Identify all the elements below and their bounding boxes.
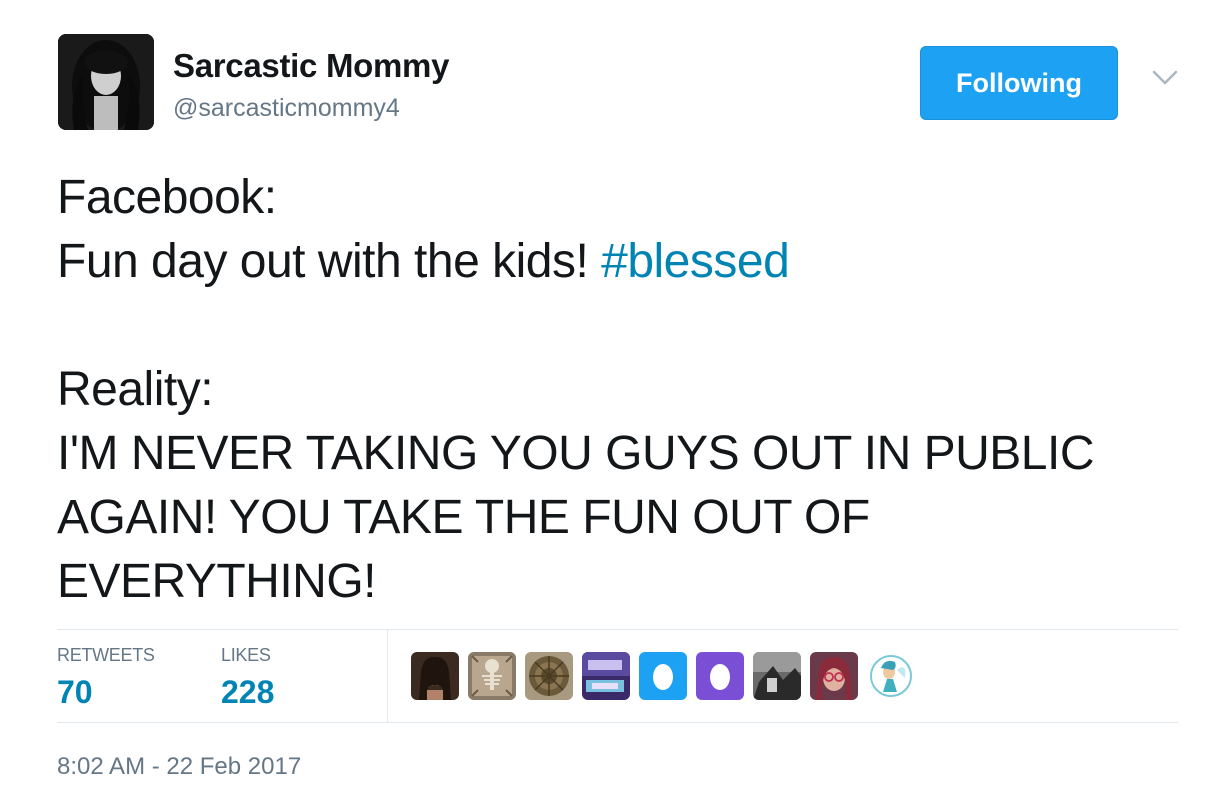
sign-avatar[interactable]: [582, 652, 630, 700]
likes-count: 228: [221, 674, 275, 710]
following-button[interactable]: Following: [920, 46, 1118, 120]
divider: [57, 722, 1178, 723]
tweet-line: AGAIN! YOU TAKE THE FUN OUT OF: [57, 491, 870, 544]
tweet-line: Fun day out with the kids! #blessed: [57, 230, 1197, 294]
user-display-name[interactable]: Sarcastic Mommy: [173, 47, 449, 85]
tweet-timestamp[interactable]: 8:02 AM - 22 Feb 2017: [57, 753, 301, 781]
egg-avatar-blue[interactable]: [639, 652, 687, 700]
likes-label: LIKES: [221, 645, 271, 665]
tweet-line: Facebook:: [57, 171, 277, 224]
hashtag-link[interactable]: #blessed: [601, 235, 790, 288]
likes-stat[interactable]: LIKES 228: [221, 645, 274, 711]
divider: [57, 629, 1178, 630]
chevron-down-icon[interactable]: [1150, 66, 1180, 90]
retweets-label: RETWEETS: [57, 645, 155, 665]
liker-avatars: [411, 652, 915, 700]
woman-avatar[interactable]: [411, 652, 459, 700]
tweet-line-text: Fun day out with the kids!: [57, 235, 602, 288]
pattern-avatar[interactable]: [525, 652, 573, 700]
user-handle[interactable]: @sarcasticmommy4: [173, 94, 400, 123]
profile-avatar[interactable]: [58, 34, 154, 130]
fairy-avatar[interactable]: [867, 652, 915, 700]
tweet-line: EVERYTHING!: [57, 555, 377, 608]
tweet-text: Facebook: Fun day out with the kids! #bl…: [57, 166, 1197, 614]
blurry-photo-avatar[interactable]: [753, 652, 801, 700]
tweet-line: I'M NEVER TAKING YOU GUYS OUT IN PUBLIC: [57, 427, 1095, 480]
vertical-divider: [387, 630, 388, 722]
tweet-line: Reality:: [57, 363, 214, 416]
retweets-count: 70: [57, 674, 93, 710]
skeleton-avatar[interactable]: [468, 652, 516, 700]
girl-glasses-avatar[interactable]: [810, 652, 858, 700]
egg-avatar-purple[interactable]: [696, 652, 744, 700]
retweets-stat[interactable]: RETWEETS 70: [57, 645, 155, 711]
